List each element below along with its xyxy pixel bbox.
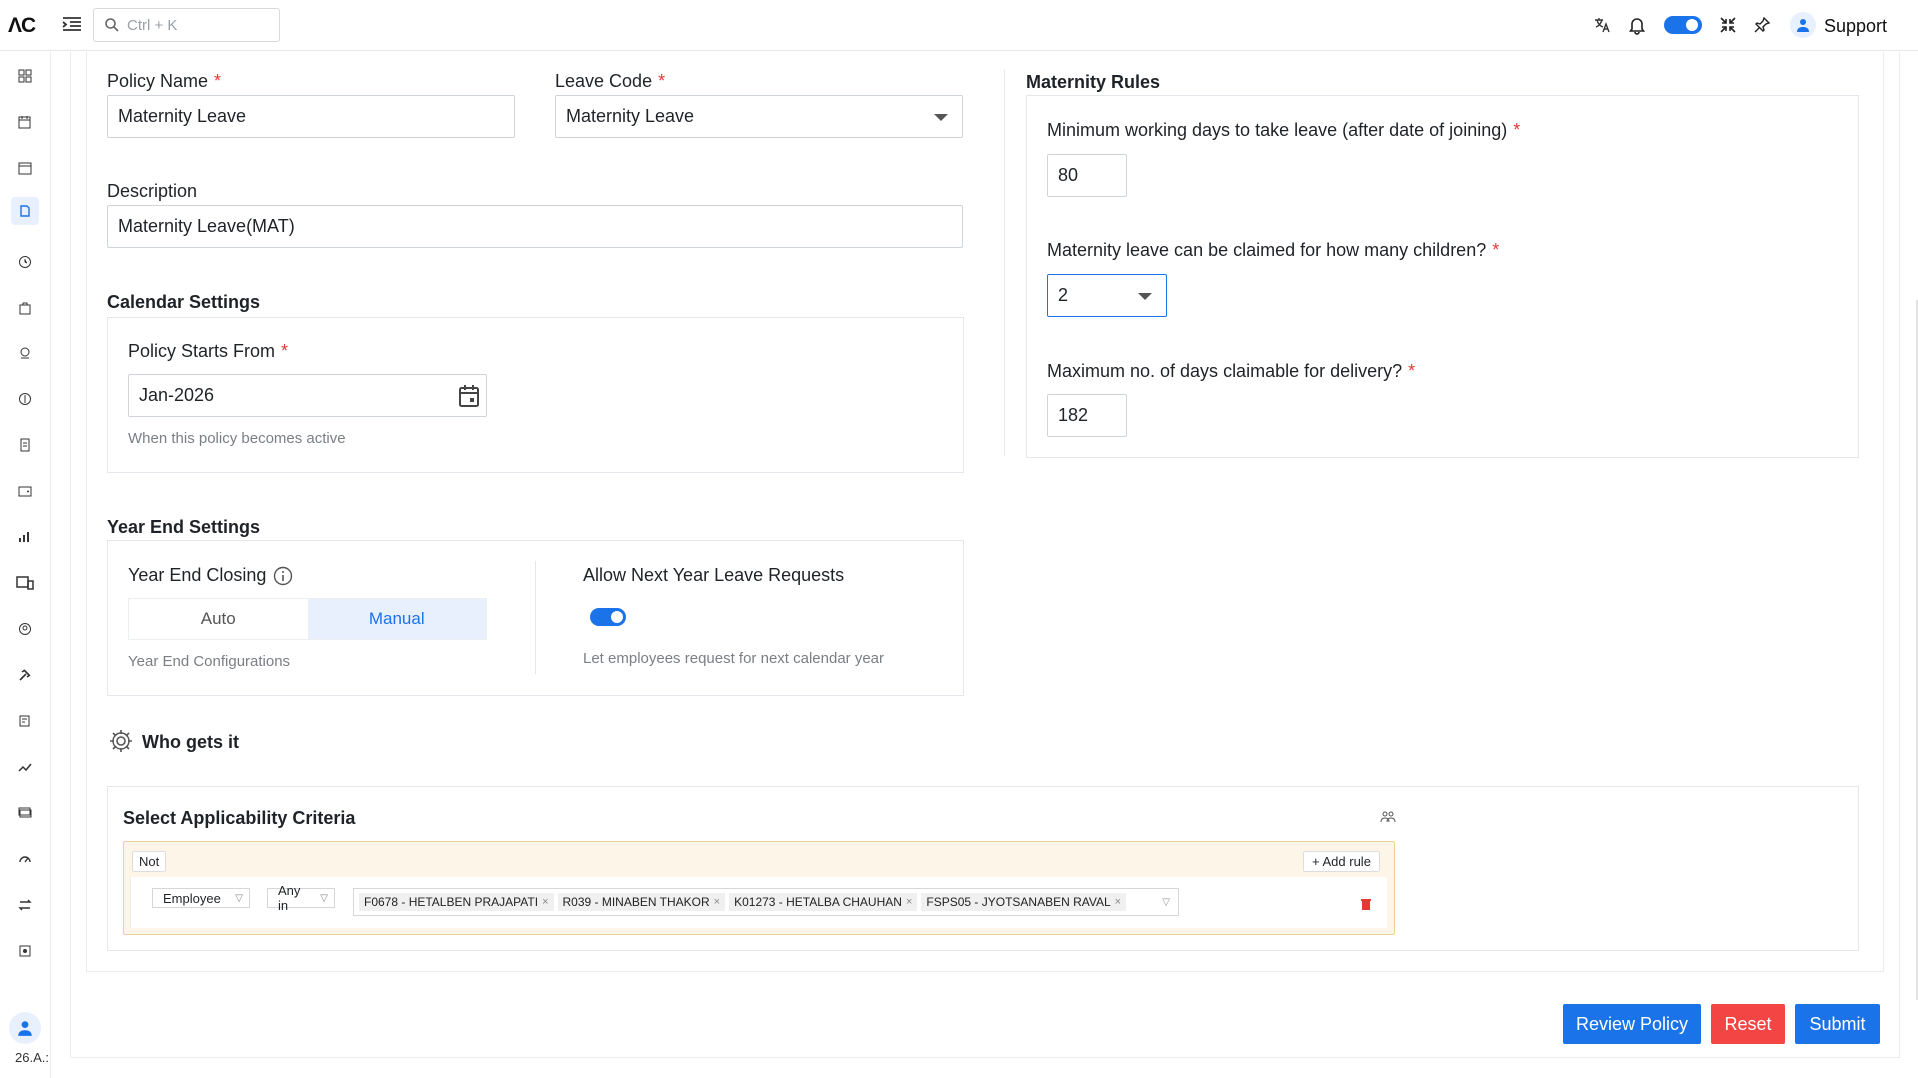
year-end-closing-hint: Year End Configurations	[128, 653, 291, 670]
employee-tag: F0678 - HETALBEN PRAJAPATI ×	[359, 893, 554, 911]
note-edit-icon[interactable]	[13, 709, 37, 733]
min-days-label: Minimum working days to take leave (afte…	[1047, 120, 1521, 140]
employee-tag: FSPS05 - JYOTSANABEN RAVAL ×	[921, 893, 1127, 911]
search-icon	[105, 18, 119, 32]
speed-icon[interactable]	[13, 847, 37, 871]
profile-circle-icon[interactable]	[13, 617, 37, 641]
receipt-icon[interactable]	[13, 433, 37, 457]
field-select[interactable]: Employee ▽	[152, 888, 250, 908]
policy-name-label: Policy Name *	[107, 71, 222, 91]
option-auto[interactable]: Auto	[129, 599, 308, 639]
year-end-settings-title: Year End Settings	[107, 517, 261, 537]
review-policy-button[interactable]: Review Policy	[1563, 1004, 1701, 1044]
policy-starts-input[interactable]: Jan-2026	[128, 374, 487, 417]
settings-gear-icon	[110, 730, 132, 752]
remove-tag-icon[interactable]: ×	[714, 896, 720, 908]
translate-icon[interactable]	[1590, 13, 1614, 37]
leave-code-select[interactable]: Maternity Leave	[555, 95, 963, 138]
policy-name-input[interactable]: Maternity Leave	[107, 95, 515, 138]
max-days-label: Maximum no. of days claimable for delive…	[1047, 361, 1416, 381]
calendar-edit-icon[interactable]	[13, 110, 37, 134]
dropdown-caret-icon	[1138, 293, 1152, 300]
menu-toggle-icon[interactable]	[60, 13, 84, 37]
app-logo[interactable]: ΛC	[8, 14, 36, 38]
calendar-icon[interactable]	[13, 156, 37, 180]
sidebar: 26.A.:	[0, 52, 51, 1078]
reset-button[interactable]: Reset	[1711, 1004, 1785, 1044]
gavel-icon[interactable]	[13, 663, 37, 687]
info-icon[interactable]	[273, 566, 293, 586]
devices-icon[interactable]	[13, 571, 37, 595]
policy-starts-hint: When this policy becomes active	[128, 430, 346, 447]
maternity-rules-title: Maternity Rules	[1026, 72, 1161, 92]
swap-icon[interactable]	[13, 893, 37, 917]
version-label: 26.A.:	[15, 1050, 49, 1065]
calendar-picker-icon[interactable]	[458, 384, 480, 408]
trending-icon[interactable]	[13, 755, 37, 779]
payments-icon[interactable]	[13, 801, 37, 825]
chevron-down-icon[interactable]: ▽	[1162, 897, 1170, 908]
dashboard-icon[interactable]	[13, 64, 37, 88]
employee-tag: R039 - MINABEN THAKOR ×	[557, 893, 726, 911]
support-agent-icon[interactable]	[13, 341, 37, 365]
search-placeholder: Ctrl + K	[127, 17, 178, 34]
not-toggle[interactable]: Not	[132, 851, 167, 872]
clock-icon[interactable]	[13, 250, 37, 274]
year-end-closing-toggle: Auto Manual	[128, 598, 487, 640]
plus-icon: +	[1312, 854, 1323, 869]
delete-icon[interactable]	[1361, 898, 1371, 910]
employee-tag: K01273 - HETALBA CHAUHAN ×	[729, 893, 918, 911]
remove-tag-icon[interactable]: ×	[906, 896, 912, 908]
top-bar: ΛC Ctrl + K Support	[0, 0, 1918, 51]
column-divider	[1004, 70, 1005, 456]
leave-code-label: Leave Code *	[555, 71, 666, 91]
remove-tag-icon[interactable]: ×	[1115, 896, 1121, 908]
dropdown-caret-icon	[934, 114, 948, 121]
group-icon[interactable]	[1380, 809, 1396, 825]
divider	[535, 561, 536, 674]
money-icon[interactable]	[13, 387, 37, 411]
remove-tag-icon[interactable]: ×	[542, 896, 548, 908]
bag-icon[interactable]	[13, 296, 37, 320]
chevron-down-icon: ▽	[320, 892, 328, 904]
theme-toggle[interactable]	[1664, 16, 1702, 34]
bell-icon[interactable]	[1625, 13, 1649, 37]
employee-tags-select[interactable]: F0678 - HETALBEN PRAJAPATI × R039 - MINAB…	[353, 888, 1179, 916]
fullscreen-exit-icon[interactable]	[1716, 13, 1740, 37]
chevron-down-icon: ▽	[235, 892, 243, 904]
leave-policy-icon[interactable]	[11, 197, 39, 225]
option-manual[interactable]: Manual	[307, 599, 486, 639]
support-link[interactable]: Support	[1824, 16, 1887, 37]
operator-select[interactable]: Any in ▽	[267, 883, 335, 913]
submit-button[interactable]: Submit	[1795, 1004, 1880, 1044]
year-end-closing-label: Year End Closing	[128, 565, 267, 585]
wallet-icon[interactable]	[13, 479, 37, 503]
children-select[interactable]: 2	[1047, 274, 1167, 317]
children-label: Maternity leave can be claimed for how m…	[1047, 240, 1500, 260]
policy-starts-label: Policy Starts From *	[128, 341, 289, 361]
pin-icon[interactable]	[1750, 13, 1774, 37]
min-days-input[interactable]: 80	[1047, 154, 1127, 197]
next-year-hint: Let employees request for next calendar …	[583, 650, 885, 667]
max-days-input[interactable]: 182	[1047, 394, 1127, 437]
analytics-icon[interactable]	[13, 525, 37, 549]
user-avatar-icon[interactable]	[1790, 12, 1816, 38]
search-input[interactable]: Ctrl + K	[93, 8, 280, 42]
description-label: Description	[107, 181, 198, 201]
applicability-title: Select Applicability Criteria	[123, 808, 356, 828]
next-year-label: Allow Next Year Leave Requests	[583, 565, 845, 585]
add-rule-button[interactable]: + Add rule	[1303, 851, 1380, 872]
calendar-settings-title: Calendar Settings	[107, 292, 261, 312]
next-year-toggle[interactable]	[590, 608, 626, 626]
who-gets-it-title: Who gets it	[142, 732, 239, 752]
description-input[interactable]: Maternity Leave(MAT)	[107, 205, 963, 248]
sidebar-user-avatar-icon[interactable]	[9, 1012, 41, 1044]
report-icon[interactable]	[13, 939, 37, 963]
